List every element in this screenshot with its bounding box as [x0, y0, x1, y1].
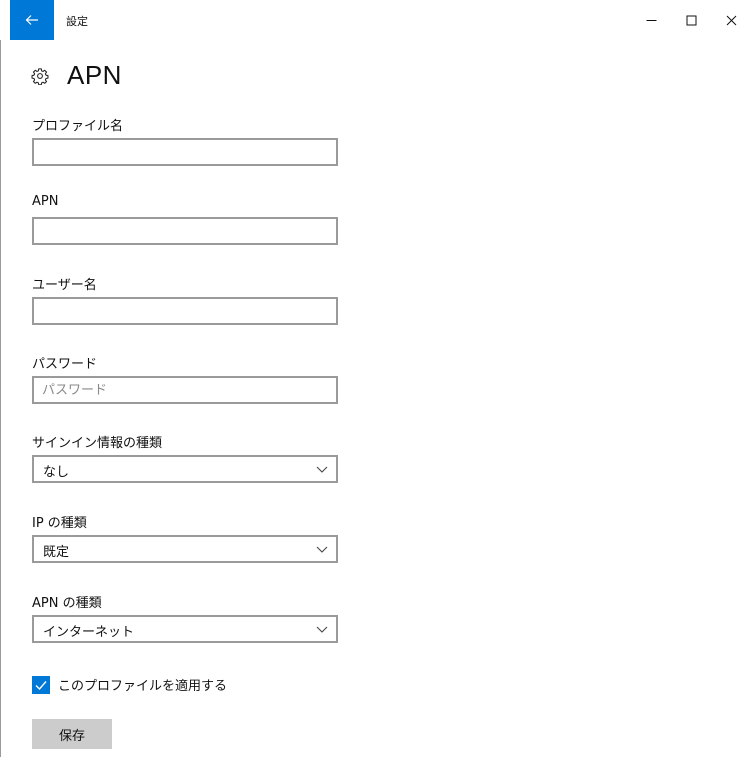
- maximize-icon: [686, 15, 696, 25]
- ip-type-value: 既定: [43, 545, 70, 560]
- profile-name-label: プロファイル名: [32, 119, 124, 134]
- app-title: 設定: [66, 15, 88, 28]
- chevron-down-icon: [316, 546, 328, 553]
- minimize-icon: [646, 19, 656, 21]
- apn-input[interactable]: [32, 217, 338, 245]
- apn-type-dropdown[interactable]: インターネット: [32, 615, 338, 643]
- apn-label: APN: [32, 194, 59, 209]
- password-input[interactable]: [32, 376, 338, 404]
- back-arrow-icon: [25, 15, 38, 25]
- chevron-down-icon: [316, 466, 328, 473]
- signin-type-label: サインイン情報の種類: [32, 436, 163, 451]
- profile-name-input[interactable]: [32, 138, 338, 166]
- title-bar: 設定: [0, 0, 745, 40]
- save-button[interactable]: 保存: [32, 719, 112, 749]
- chevron-down-icon: [316, 626, 328, 633]
- close-icon: [726, 15, 736, 25]
- apn-type-value: インターネット: [43, 625, 135, 640]
- apply-profile-checkbox[interactable]: このプロファイルを適用する: [32, 675, 227, 694]
- signin-type-dropdown[interactable]: なし: [32, 455, 338, 483]
- page-header: APN: [31, 60, 122, 91]
- ip-type-label: IP の種類: [32, 516, 87, 531]
- back-button[interactable]: [10, 0, 54, 40]
- checkmark-icon: [35, 680, 47, 690]
- username-label: ユーザー名: [32, 278, 97, 293]
- ip-type-dropdown[interactable]: 既定: [32, 535, 338, 563]
- signin-type-value: なし: [43, 465, 70, 480]
- gear-icon: [31, 67, 49, 85]
- page-title: APN: [67, 60, 122, 90]
- apn-type-label: APN の種類: [32, 596, 102, 611]
- password-label: パスワード: [32, 357, 98, 372]
- apply-profile-label: このプロファイルを適用する: [58, 679, 228, 694]
- close-button[interactable]: [708, 0, 745, 40]
- username-input[interactable]: [32, 297, 338, 325]
- checkbox-box[interactable]: [32, 675, 50, 694]
